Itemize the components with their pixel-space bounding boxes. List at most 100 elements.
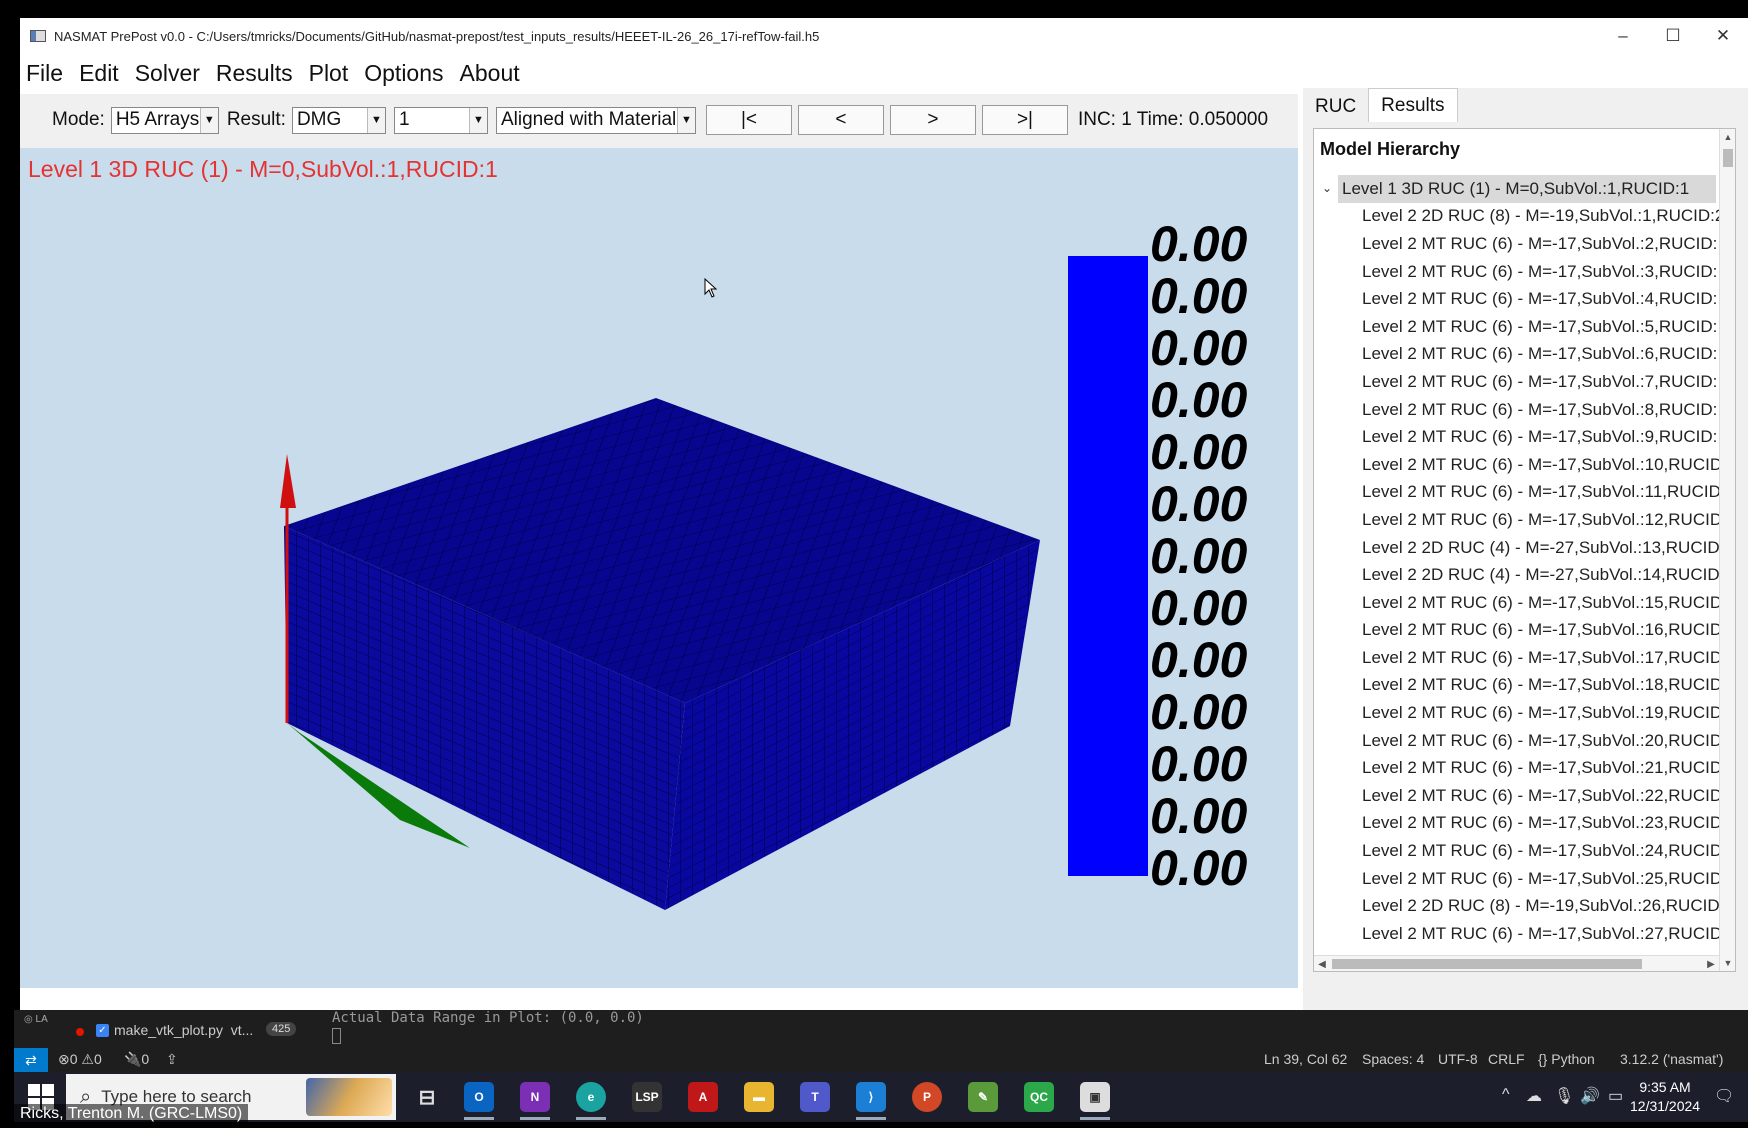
menu-file[interactable]: File [20, 60, 71, 87]
edge-icon[interactable]: e [576, 1082, 606, 1112]
problems-count[interactable]: ⊗0 ⚠0 [58, 1051, 102, 1068]
lsp-icon[interactable]: LSP [632, 1082, 662, 1112]
result-label: Result: [226, 109, 286, 130]
line-ending[interactable]: CRLF [1488, 1051, 1525, 1067]
qc-app-icon[interactable]: QC [1024, 1082, 1054, 1112]
tree-child-item[interactable]: Level 2 MT RUC (6) - M=-17,SubVol.:4,RUC… [1314, 285, 1719, 313]
tree-child-item[interactable]: Level 2 MT RUC (6) - M=-17,SubVol.:19,RU… [1314, 699, 1719, 727]
tree-child-item[interactable]: Level 2 MT RUC (6) - M=-17,SubVol.:11,RU… [1314, 479, 1719, 507]
minimize-button[interactable]: – [1598, 18, 1648, 54]
chevron-down-icon: ▼ [468, 107, 487, 133]
tray-overflow-icon[interactable]: ^ [1502, 1086, 1510, 1104]
tree-root-item[interactable]: Level 1 3D RUC (1) - M=0,SubVol.:1,RUCID… [1338, 175, 1716, 203]
tree-child-item[interactable]: Level 2 2D RUC (4) - M=-27,SubVol.:13,RU… [1314, 534, 1719, 562]
nasmat-app-icon[interactable]: ▣ [1080, 1082, 1110, 1112]
maximize-button[interactable]: ☐ [1648, 18, 1698, 54]
scroll-right-icon[interactable]: ▶ [1703, 956, 1719, 971]
onenote-icon[interactable]: N [520, 1082, 550, 1112]
tree-horizontal-scrollbar[interactable]: ◀ ▶ [1314, 955, 1719, 971]
indentation[interactable]: Spaces: 4 [1362, 1051, 1424, 1067]
tree-child-item[interactable]: Level 2 MT RUC (6) - M=-17,SubVol.:20,RU… [1314, 727, 1719, 755]
tree-child-item[interactable]: Level 2 MT RUC (6) - M=-17,SubVol.:2,RUC… [1314, 230, 1719, 258]
encoding[interactable]: UTF-8 [1438, 1051, 1478, 1067]
first-increment-button[interactable]: |< [705, 105, 792, 135]
result-select[interactable]: DMG ▼ [291, 106, 386, 134]
scrollbar-thumb[interactable] [1332, 959, 1642, 969]
python-interpreter[interactable]: 3.12.2 ('nasmat') [1620, 1051, 1723, 1067]
teams-icon[interactable]: T [800, 1082, 830, 1112]
tree-child-item[interactable]: Level 2 MT RUC (6) - M=-17,SubVol.:5,RUC… [1314, 313, 1719, 341]
powerpoint-icon[interactable]: P [912, 1082, 942, 1112]
tree-child-item[interactable]: Level 2 2D RUC (4) - M=-27,SubVol.:14,RU… [1314, 561, 1719, 589]
model-hierarchy-tree-view[interactable]: Model Hierarchy ⌄ Level 1 3D RUC (1) - M… [1313, 128, 1736, 972]
component-select[interactable]: 1 ▼ [393, 106, 488, 134]
tree-child-item[interactable]: Level 2 2D RUC (8) - M=-19,SubVol.:1,RUC… [1314, 203, 1719, 231]
checkbox-icon[interactable]: ✓ [96, 1024, 109, 1037]
outlook-icon[interactable]: O [464, 1082, 494, 1112]
tree-child-item[interactable]: Level 2 MT RUC (6) - M=-17,SubVol.:12,RU… [1314, 506, 1719, 534]
vscode-icon[interactable]: ⟩ [856, 1082, 886, 1112]
remote-icon[interactable]: ⇄ [14, 1048, 48, 1072]
tree-child-item[interactable]: Level 2 MT RUC (6) - M=-17,SubVol.:22,RU… [1314, 782, 1719, 810]
microphone-icon[interactable]: 🎙 [1554, 1086, 1574, 1106]
file-explorer-icon[interactable]: ▬ [744, 1082, 774, 1112]
notepad-icon[interactable]: ✎ [968, 1082, 998, 1112]
scale-value: 0.00 [1150, 788, 1248, 844]
tree-child-item[interactable]: Level 2 MT RUC (6) - M=-17,SubVol.:10,RU… [1314, 451, 1719, 479]
tree-child-item[interactable]: Level 2 MT RUC (6) - M=-17,SubVol.:24,RU… [1314, 837, 1719, 865]
menu-results[interactable]: Results [208, 60, 301, 87]
acrobat-icon[interactable]: A [688, 1082, 718, 1112]
tree-child-item[interactable]: Level 2 MT RUC (6) - M=-17,SubVol.:27,RU… [1314, 920, 1719, 948]
menu-about[interactable]: About [452, 60, 528, 87]
tree-child-item[interactable]: Level 2 MT RUC (6) - M=-17,SubVol.:23,RU… [1314, 810, 1719, 838]
tree-child-item[interactable]: Level 2 2D RUC (8) - M=-19,SubVol.:26,RU… [1314, 892, 1719, 920]
scrollbar-thumb[interactable] [1723, 149, 1733, 167]
title-bar: NASMAT PrePost v0.0 - C:/Users/tmricks/D… [20, 18, 1748, 54]
scale-value: 0.00 [1150, 268, 1248, 324]
orientation-select-value: Aligned with Material [500, 109, 677, 130]
color-scale-bar [1068, 256, 1148, 876]
ports-count[interactable]: 🔌0 [124, 1051, 149, 1068]
language-mode[interactable]: {} Python [1538, 1051, 1595, 1067]
open-file-tab[interactable]: make_vtk_plot.py vt... [114, 1022, 253, 1038]
scroll-left-icon[interactable]: ◀ [1314, 956, 1330, 971]
share-icon[interactable]: ⇪ [166, 1051, 178, 1068]
window-title: NASMAT PrePost v0.0 - C:/Users/tmricks/D… [54, 28, 820, 44]
tab-results[interactable]: Results [1368, 88, 1458, 122]
tree-child-item[interactable]: Level 2 MT RUC (6) - M=-17,SubVol.:8,RUC… [1314, 396, 1719, 424]
tree-child-item[interactable]: Level 2 MT RUC (6) - M=-17,SubVol.:6,RUC… [1314, 341, 1719, 369]
volume-icon[interactable]: 🔊 [1580, 1086, 1600, 1106]
tab-ruc[interactable]: RUC [1303, 92, 1368, 122]
menu-solver[interactable]: Solver [127, 60, 208, 87]
tree-child-item[interactable]: Level 2 MT RUC (6) - M=-17,SubVol.:15,RU… [1314, 589, 1719, 617]
menu-plot[interactable]: Plot [301, 60, 357, 87]
tree-child-item[interactable]: Level 2 MT RUC (6) - M=-17,SubVol.:9,RUC… [1314, 423, 1719, 451]
scroll-down-icon[interactable]: ▼ [1720, 955, 1735, 971]
tree-child-item[interactable]: Level 2 MT RUC (6) - M=-17,SubVol.:21,RU… [1314, 754, 1719, 782]
mode-select[interactable]: H5 Arrays ▼ [110, 106, 219, 134]
close-button[interactable]: ✕ [1698, 18, 1748, 54]
tree-child-item[interactable]: Level 2 MT RUC (6) - M=-17,SubVol.:7,RUC… [1314, 368, 1719, 396]
last-increment-button[interactable]: >| [981, 105, 1068, 135]
next-increment-button[interactable]: > [889, 105, 976, 135]
onedrive-icon[interactable]: ☁ [1526, 1086, 1542, 1106]
taskbar-clock[interactable]: 9:35 AM 12/31/2024 [1630, 1078, 1700, 1116]
tree-child-item[interactable]: Level 2 MT RUC (6) - M=-17,SubVol.:3,RUC… [1314, 258, 1719, 286]
cursor-position[interactable]: Ln 39, Col 62 [1264, 1051, 1347, 1067]
task-view-icon[interactable]: ⊟ [412, 1082, 442, 1112]
network-icon[interactable]: ▭ [1608, 1086, 1623, 1106]
orientation-select[interactable]: Aligned with Material ▼ [495, 106, 696, 134]
render-viewport[interactable]: Level 1 3D RUC (1) - M=0,SubVol.:1,RUCID… [20, 148, 1298, 988]
tree-child-item[interactable]: Level 2 MT RUC (6) - M=-17,SubVol.:25,RU… [1314, 865, 1719, 893]
menu-edit[interactable]: Edit [71, 60, 127, 87]
tree-child-item[interactable]: Level 2 MT RUC (6) - M=-17,SubVol.:17,RU… [1314, 644, 1719, 672]
notifications-icon[interactable]: 🗨 [1714, 1086, 1734, 1106]
tree-child-item[interactable]: Level 2 MT RUC (6) - M=-17,SubVol.:18,RU… [1314, 672, 1719, 700]
scroll-up-icon[interactable]: ▲ [1720, 129, 1735, 145]
menu-options[interactable]: Options [356, 60, 451, 87]
tree-child-item[interactable]: Level 2 MT RUC (6) - M=-17,SubVol.:16,RU… [1314, 617, 1719, 645]
tree-title: Model Hierarchy [1320, 139, 1461, 159]
previous-increment-button[interactable]: < [797, 105, 884, 135]
account-icon[interactable]: ◎ LA [24, 1014, 48, 1025]
tree-vertical-scrollbar[interactable]: ▲ ▼ [1719, 129, 1735, 971]
